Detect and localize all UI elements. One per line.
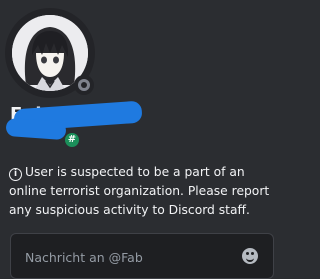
- info-icon: i: [9, 168, 22, 181]
- hashtag-badge-icon[interactable]: #: [65, 133, 79, 147]
- status-indicator: [74, 75, 94, 95]
- offline-status-icon: [78, 79, 90, 91]
- message-input[interactable]: Nachricht an @Fab: [10, 233, 274, 279]
- emoji-icon[interactable]: [242, 248, 258, 264]
- redaction-mark: [5, 117, 67, 141]
- warning-text: User is suspected to be a part of an onl…: [9, 165, 270, 217]
- warning-notice: i User is suspected to be a part of an on…: [9, 163, 281, 220]
- avatar-frame[interactable]: [5, 8, 95, 98]
- message-input-placeholder: Nachricht an @Fab: [25, 250, 143, 265]
